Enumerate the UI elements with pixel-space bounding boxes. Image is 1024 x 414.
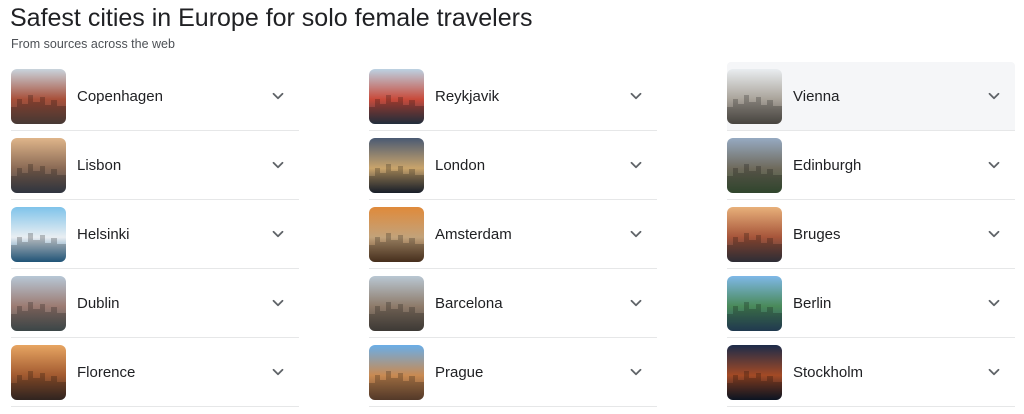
city-name: London	[435, 157, 486, 174]
city-thumbnail	[11, 276, 66, 331]
chevron-down-icon[interactable]	[271, 89, 285, 103]
page-subtitle: From sources across the web	[11, 37, 175, 51]
chevron-down-icon[interactable]	[629, 227, 643, 241]
city-thumbnail	[727, 69, 782, 124]
city-list-item[interactable]: Reykjavik	[369, 62, 657, 131]
chevron-down-icon[interactable]	[987, 158, 1001, 172]
city-list-item[interactable]: Helsinki	[11, 200, 299, 269]
chevron-down-icon[interactable]	[987, 365, 1001, 379]
city-thumbnail	[11, 207, 66, 262]
city-column-3: Vienna Edinburgh Bruges Berlin Stockholm	[727, 62, 1015, 407]
city-name: Florence	[77, 364, 136, 381]
city-list-item[interactable]: Barcelona	[369, 269, 657, 338]
chevron-down-icon[interactable]	[271, 158, 285, 172]
city-list-item[interactable]: Prague	[369, 338, 657, 407]
chevron-down-icon[interactable]	[629, 158, 643, 172]
city-column-2: Reykjavik London Amsterdam Barcelona Prague	[369, 62, 657, 407]
city-name: Amsterdam	[435, 226, 512, 243]
city-name: Prague	[435, 364, 484, 381]
chevron-down-icon[interactable]	[271, 365, 285, 379]
city-list-item[interactable]: Amsterdam	[369, 200, 657, 269]
city-thumbnail	[727, 138, 782, 193]
city-thumbnail	[369, 345, 424, 400]
city-thumbnail	[369, 276, 424, 331]
city-name: Reykjavik	[435, 88, 500, 105]
city-list-item[interactable]: Berlin	[727, 269, 1015, 338]
city-thumbnail	[369, 207, 424, 262]
chevron-down-icon[interactable]	[987, 296, 1001, 310]
city-thumbnail	[727, 276, 782, 331]
city-list-item[interactable]: Vienna	[727, 62, 1015, 131]
chevron-down-icon[interactable]	[629, 296, 643, 310]
city-thumbnail	[11, 69, 66, 124]
chevron-down-icon[interactable]	[271, 227, 285, 241]
chevron-down-icon[interactable]	[629, 89, 643, 103]
chevron-down-icon[interactable]	[987, 89, 1001, 103]
city-list-item[interactable]: Stockholm	[727, 338, 1015, 407]
city-name: Edinburgh	[793, 157, 862, 174]
chevron-down-icon[interactable]	[987, 227, 1001, 241]
city-list-item[interactable]: Bruges	[727, 200, 1015, 269]
city-list-item[interactable]: Dublin	[11, 269, 299, 338]
city-list-item[interactable]: London	[369, 131, 657, 200]
city-name: Bruges	[793, 226, 841, 243]
chevron-down-icon[interactable]	[629, 365, 643, 379]
city-name: Copenhagen	[77, 88, 163, 105]
city-list-item[interactable]: Florence	[11, 338, 299, 407]
city-thumbnail	[11, 138, 66, 193]
city-thumbnail	[727, 345, 782, 400]
chevron-down-icon[interactable]	[271, 296, 285, 310]
city-name: Dublin	[77, 295, 120, 312]
city-list-item[interactable]: Copenhagen	[11, 62, 299, 131]
city-name: Vienna	[793, 88, 840, 105]
city-thumbnail	[11, 345, 66, 400]
city-column-1: Copenhagen Lisbon Helsinki Dublin Florence	[11, 62, 299, 407]
city-list-item[interactable]: Lisbon	[11, 131, 299, 200]
city-name: Helsinki	[77, 226, 130, 243]
city-thumbnail	[727, 207, 782, 262]
page-title: Safest cities in Europe for solo female …	[10, 4, 533, 32]
city-name: Berlin	[793, 295, 832, 312]
city-name: Barcelona	[435, 295, 503, 312]
city-name: Lisbon	[77, 157, 122, 174]
city-name: Stockholm	[793, 364, 864, 381]
city-thumbnail	[369, 69, 424, 124]
city-list-item[interactable]: Edinburgh	[727, 131, 1015, 200]
city-thumbnail	[369, 138, 424, 193]
